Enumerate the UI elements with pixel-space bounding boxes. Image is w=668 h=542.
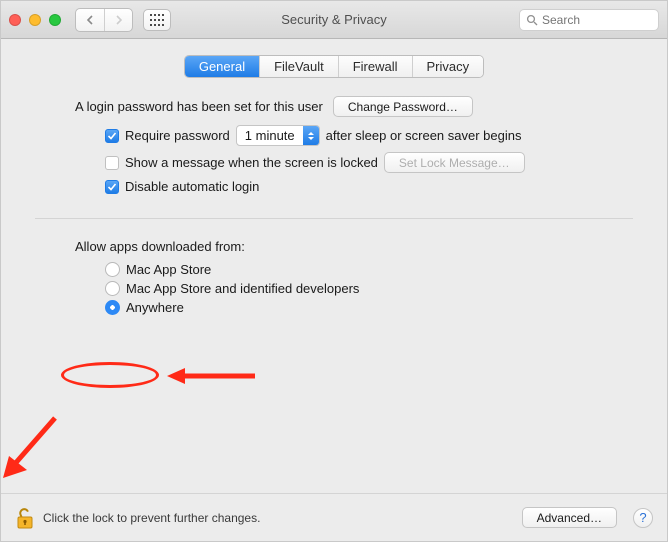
close-window-button[interactable] xyxy=(9,14,21,26)
login-password-row: A login password has been set for this u… xyxy=(75,96,633,117)
allow-apps-label: Allow apps downloaded from: xyxy=(75,239,633,254)
radio-anywhere-label: Anywhere xyxy=(126,300,184,315)
require-password-label: Require password xyxy=(125,128,230,143)
show-message-row: Show a message when the screen is locked… xyxy=(105,152,633,173)
forward-button[interactable] xyxy=(104,9,132,31)
require-password-delay-value: 1 minute xyxy=(245,128,303,143)
show-message-label: Show a message when the screen is locked xyxy=(125,155,378,170)
back-button[interactable] xyxy=(76,9,104,31)
footer: Click the lock to prevent further change… xyxy=(1,493,667,541)
tabs-row: General FileVault Firewall Privacy xyxy=(1,55,667,78)
titlebar: Security & Privacy xyxy=(1,1,667,39)
radio-anywhere[interactable] xyxy=(105,300,120,315)
allow-apps-option-app-store: Mac App Store xyxy=(105,262,633,277)
disable-auto-login-checkbox[interactable] xyxy=(105,180,119,194)
require-password-checkbox[interactable] xyxy=(105,129,119,143)
select-stepper-icon xyxy=(303,126,319,145)
annotation-arrow-anywhere xyxy=(167,366,257,386)
search-field[interactable] xyxy=(519,9,659,31)
require-password-row: Require password 1 minute after sleep or… xyxy=(105,125,633,146)
radio-app-store[interactable] xyxy=(105,262,120,277)
preferences-window: Security & Privacy General FileVault Fir… xyxy=(0,0,668,542)
tabs: General FileVault Firewall Privacy xyxy=(184,55,484,78)
general-pane: A login password has been set for this u… xyxy=(1,78,667,493)
disable-auto-login-label: Disable automatic login xyxy=(125,179,259,194)
minimize-window-button[interactable] xyxy=(29,14,41,26)
require-password-delay-select[interactable]: 1 minute xyxy=(236,125,320,146)
radio-identified[interactable] xyxy=(105,281,120,296)
allow-apps-option-anywhere: Anywhere xyxy=(105,300,633,315)
radio-identified-label: Mac App Store and identified developers xyxy=(126,281,359,296)
search-icon xyxy=(526,14,538,26)
lock-icon[interactable] xyxy=(15,506,35,530)
disable-auto-login-row: Disable automatic login xyxy=(105,179,633,194)
tab-general[interactable]: General xyxy=(185,56,259,77)
tab-privacy[interactable]: Privacy xyxy=(412,56,484,77)
section-divider xyxy=(35,218,633,219)
show-all-button[interactable] xyxy=(143,9,171,31)
set-lock-message-button: Set Lock Message… xyxy=(384,152,525,173)
tab-filevault[interactable]: FileVault xyxy=(259,56,338,77)
tab-firewall[interactable]: Firewall xyxy=(338,56,412,77)
advanced-button[interactable]: Advanced… xyxy=(522,507,617,528)
annotation-arrow-lock xyxy=(0,410,73,490)
nav-back-forward xyxy=(75,8,133,32)
lock-hint-text: Click the lock to prevent further change… xyxy=(43,511,260,525)
window-controls xyxy=(9,14,61,26)
search-input[interactable] xyxy=(542,13,652,27)
help-button[interactable]: ? xyxy=(633,508,653,528)
show-message-checkbox[interactable] xyxy=(105,156,119,170)
annotation-oval-anywhere xyxy=(61,362,159,388)
radio-app-store-label: Mac App Store xyxy=(126,262,211,277)
change-password-button[interactable]: Change Password… xyxy=(333,96,473,117)
require-password-suffix: after sleep or screen saver begins xyxy=(326,128,522,143)
login-password-text: A login password has been set for this u… xyxy=(75,99,323,114)
zoom-window-button[interactable] xyxy=(49,14,61,26)
allow-apps-option-identified: Mac App Store and identified developers xyxy=(105,281,633,296)
